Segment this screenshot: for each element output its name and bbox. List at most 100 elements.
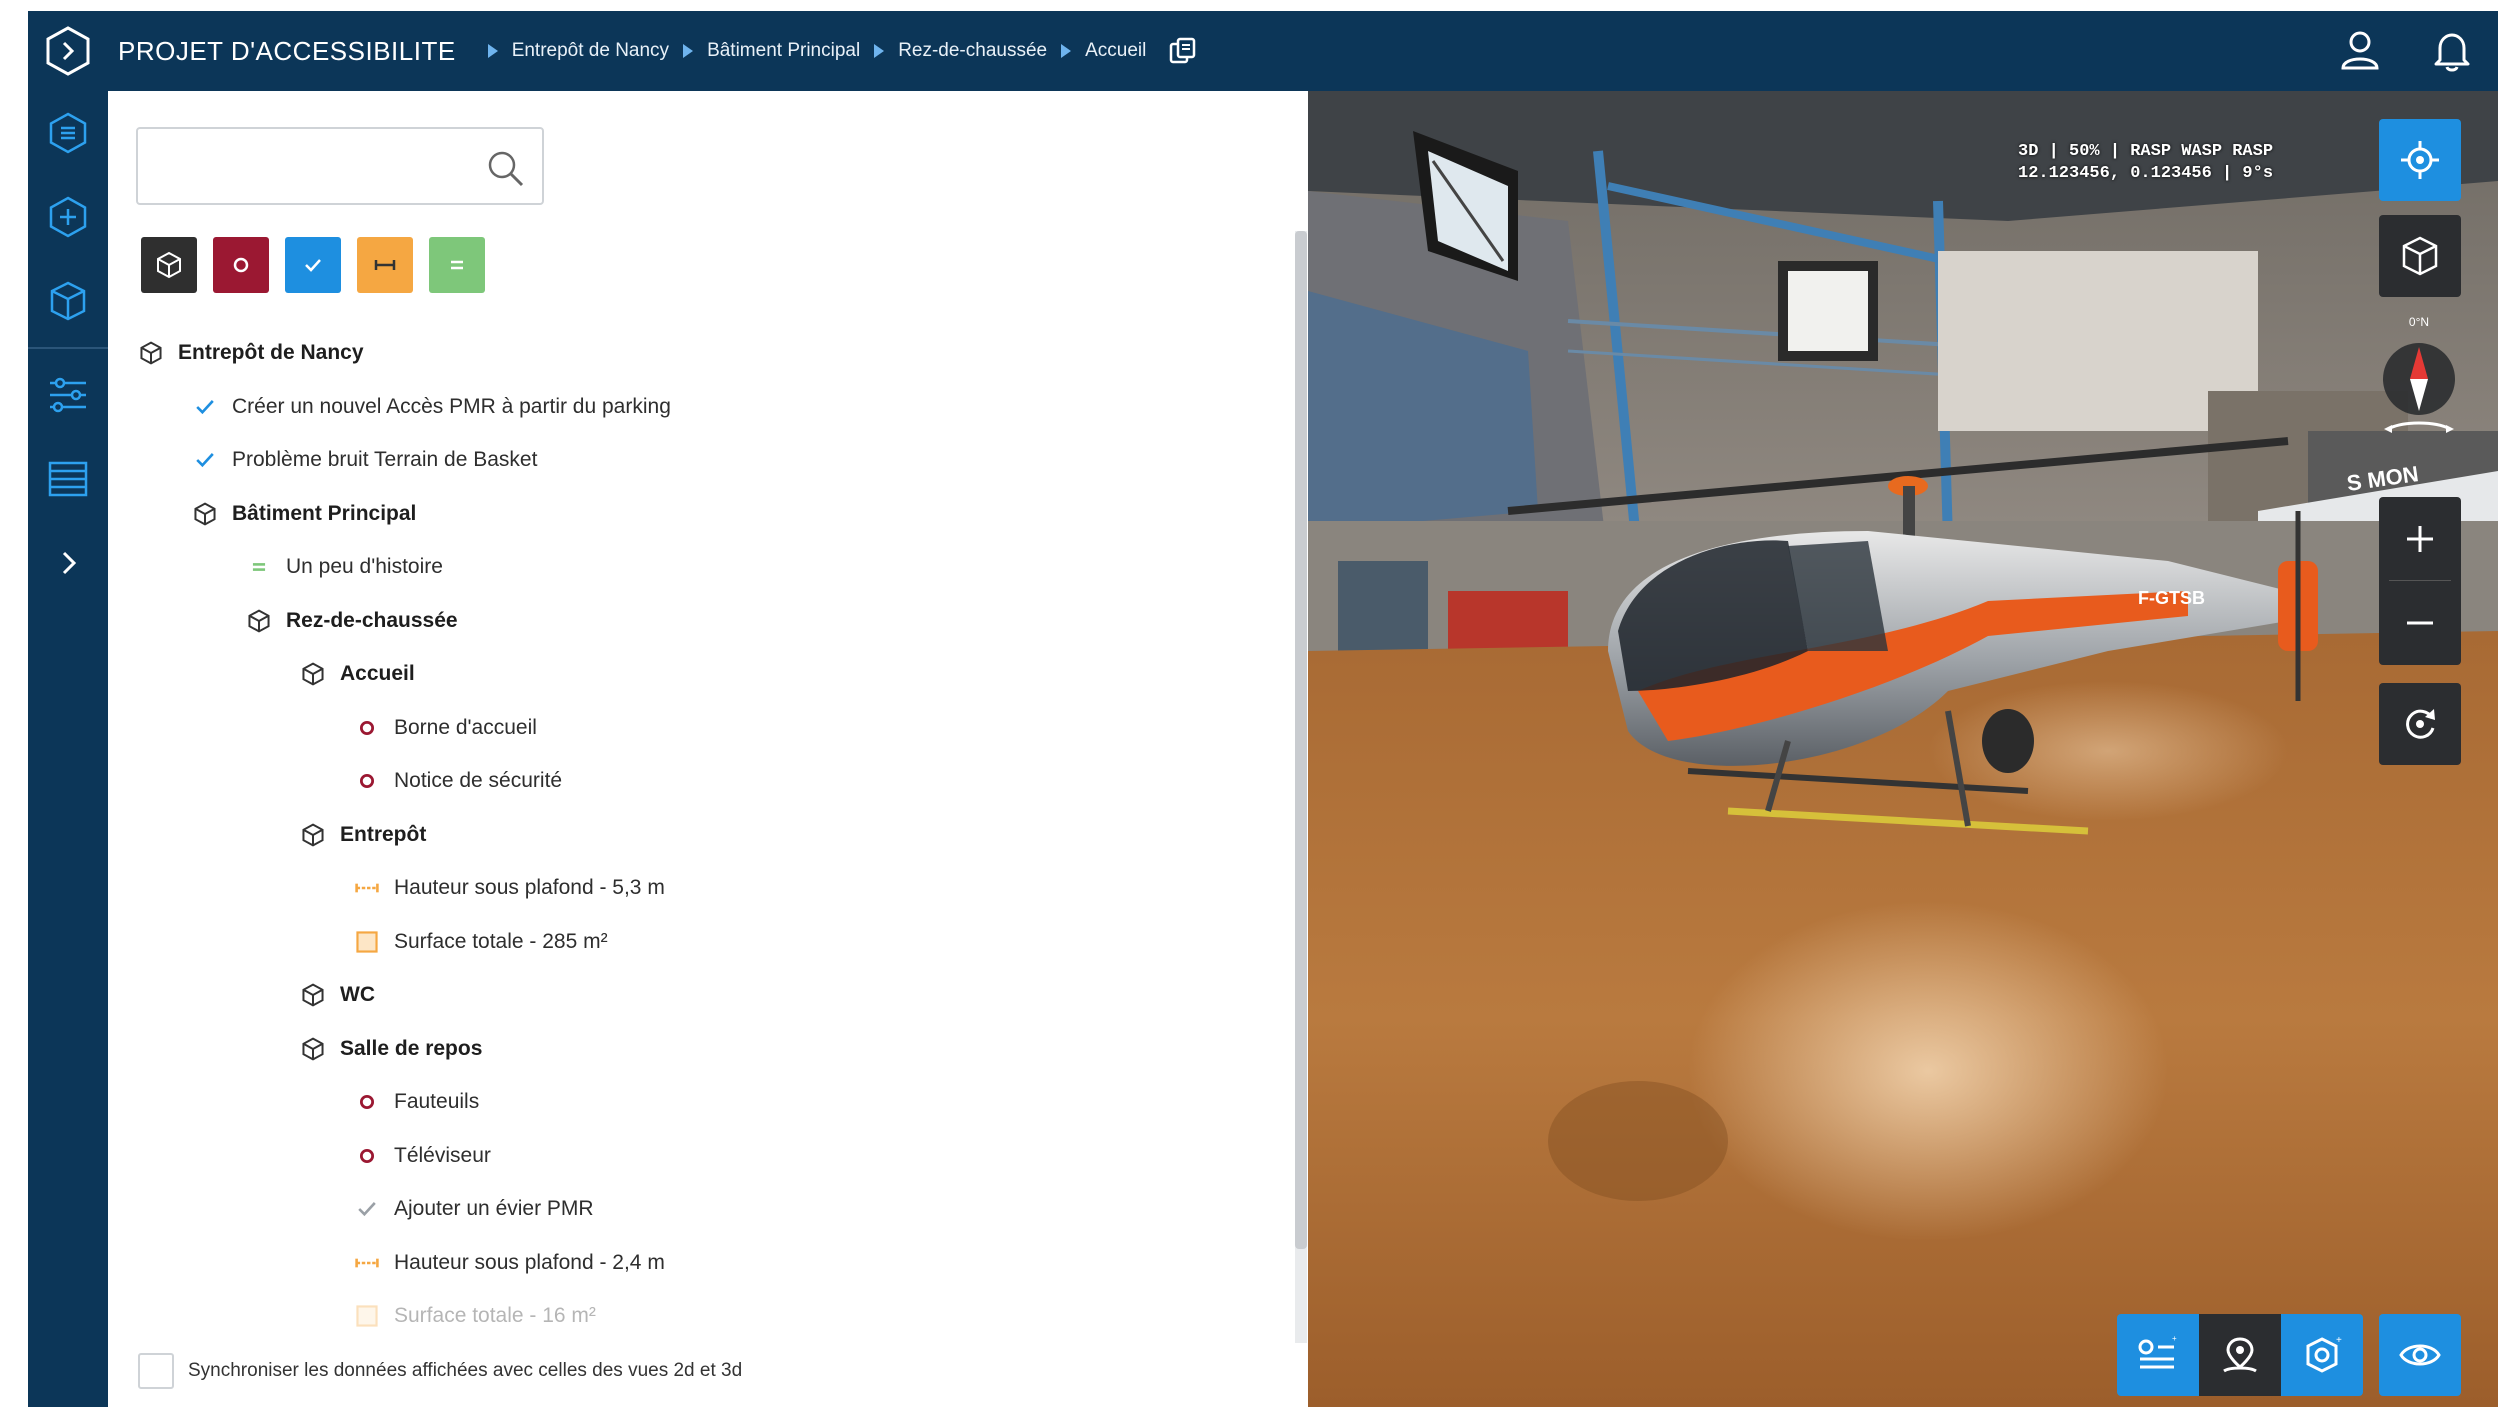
building-cube-icon: [244, 606, 274, 636]
copy-link-icon[interactable]: [1168, 36, 1198, 66]
visibility-toggle-button[interactable]: [2379, 1314, 2461, 1396]
tree-node-label: Rez-de-chaussée: [286, 608, 458, 632]
svg-text:+: +: [2336, 1335, 2342, 1346]
hud-line-1: 3D | 50% | RASP WASP RASP: [2018, 142, 2274, 161]
breadcrumb-separator-icon: [1061, 44, 1072, 58]
building-cube-icon: [190, 499, 220, 529]
cube-icon: [2402, 236, 2438, 276]
tree-node[interactable]: Un peu d'histoire: [244, 547, 443, 587]
rail-expand-button[interactable]: [28, 521, 108, 605]
location-list-icon: +: [2138, 1334, 2177, 1369]
rail-filters-button[interactable]: [28, 353, 108, 437]
tree-node[interactable]: Rez-de-chaussée: [244, 601, 458, 641]
ruler-measure-icon: [374, 260, 396, 270]
filter-poi-button[interactable]: [213, 237, 269, 293]
hangar-panorama-scene: S MON F-GTSB: [1308, 91, 2498, 1407]
tree-node[interactable]: WC: [298, 975, 375, 1015]
tree-node[interactable]: Accueil: [298, 654, 415, 694]
filter-measure-button[interactable]: [357, 237, 413, 293]
minus-icon: [2407, 621, 2433, 625]
ruler-measure-icon: [352, 1248, 382, 1278]
tree-node[interactable]: Bâtiment Principal: [190, 494, 416, 534]
tree-node[interactable]: Notice de sécurité: [352, 761, 562, 801]
breadcrumb-item-entrepot[interactable]: Entrepôt de Nancy: [512, 40, 669, 62]
tree-node-label: Surface totale - 285 m²: [394, 929, 608, 953]
add-3d-element-button[interactable]: +: [2281, 1314, 2363, 1396]
zoom-in-button[interactable]: [2379, 497, 2461, 581]
hexagon-plus-icon: [49, 196, 87, 238]
tree-node-label: Accueil: [340, 662, 415, 685]
map-pin-plus-icon: [2223, 1337, 2257, 1373]
tree-scrollbar-thumb[interactable]: [1295, 231, 1307, 1249]
sliders-icon: [50, 377, 86, 413]
tree-node[interactable]: Borne d'accueil: [352, 708, 537, 748]
rail-add-button[interactable]: [28, 175, 108, 259]
tree-node-label: Surface totale - 16 m²: [394, 1304, 596, 1327]
zoom-out-button[interactable]: [2379, 581, 2461, 665]
tree-node[interactable]: Fauteuils: [352, 1082, 479, 1122]
search-input[interactable]: [148, 141, 472, 193]
rail-list-view-button[interactable]: [28, 91, 108, 175]
recenter-location-button[interactable]: [2379, 119, 2461, 201]
plus-icon: [2407, 526, 2433, 552]
breadcrumb-item-rdc[interactable]: Rez-de-chaussée: [898, 40, 1047, 62]
table-icon: [48, 461, 88, 497]
tree-node[interactable]: Hauteur sous plafond - 2,4 m: [352, 1243, 665, 1283]
circle-poi-icon: [352, 1087, 382, 1117]
equals-note-icon: [451, 260, 463, 270]
breadcrumb-separator-icon: [487, 44, 498, 58]
navigation-rail: [28, 91, 108, 1407]
tree-node[interactable]: Entrepôt: [298, 815, 426, 855]
add-location-button[interactable]: [2199, 1314, 2281, 1396]
3d-panorama-viewer[interactable]: S MON F-GTSB 3D | 50% | RASP WASP RASP 1…: [1308, 91, 2498, 1407]
tree-node-label: Hauteur sous plafond - 5,3 m: [394, 876, 665, 899]
type-filters: [141, 237, 485, 293]
checkmark-icon: [190, 445, 220, 475]
filter-note-button[interactable]: [429, 237, 485, 293]
notifications-bell-icon[interactable]: [2426, 24, 2478, 76]
tree-node-label: Borne d'accueil: [394, 715, 537, 739]
app-logo-icon[interactable]: [42, 25, 94, 77]
top-bar: PROJET D'ACCESSIBILITE Entrepôt de Nancy…: [28, 11, 2498, 91]
tree-node-label: Ajouter un évier PMR: [394, 1197, 594, 1220]
rail-divider: [28, 347, 108, 349]
tree-node-label: Bâtiment Principal: [232, 501, 417, 525]
tree-node[interactable]: Surface totale - 285 m²: [352, 922, 608, 962]
rotate-view-button[interactable]: [2379, 683, 2461, 765]
rail-3d-model-button[interactable]: [28, 259, 108, 343]
breadcrumb-item-accueil[interactable]: Accueil: [1085, 40, 1146, 62]
element-tree: Entrepôt de Nancy Créer un nouvel Accès P…: [108, 333, 1288, 1343]
building-cube-icon: [157, 251, 181, 279]
tree-node[interactable]: Créer un nouvel Accès PMR à partir du pa…: [190, 387, 671, 427]
tree-node-label: Créer un nouvel Accès PMR à partir du pa…: [232, 394, 671, 418]
3d-view-toggle-button[interactable]: [2379, 215, 2461, 297]
compass-needle-icon: [2383, 343, 2455, 433]
poi-list-button[interactable]: +: [2117, 1314, 2199, 1396]
tree-node-label: Entrepôt de Nancy: [178, 341, 364, 364]
tree-node[interactable]: Problème bruit Terrain de Basket: [190, 440, 537, 480]
tree-node[interactable]: Téléviseur: [352, 1136, 491, 1176]
circle-poi-icon: [352, 713, 382, 743]
tree-node-label: Problème bruit Terrain de Basket: [232, 448, 538, 471]
breadcrumb-item-batiment[interactable]: Bâtiment Principal: [707, 40, 860, 62]
tree-node[interactable]: Hauteur sous plafond - 5,3 m: [352, 868, 665, 908]
circle-icon: [233, 257, 249, 273]
filter-task-button[interactable]: [285, 237, 341, 293]
tree-node[interactable]: Salle de repos: [298, 1029, 482, 1069]
compass-widget[interactable]: 0°N: [2378, 315, 2460, 465]
sync-views-checkbox[interactable]: [138, 1353, 174, 1389]
filter-building-button[interactable]: [141, 237, 197, 293]
checkmark-icon: [190, 392, 220, 422]
ruler-measure-icon: [352, 873, 382, 903]
crosshair-location-icon: [2401, 141, 2439, 179]
eye-icon: [2399, 1344, 2441, 1366]
tree-node[interactable]: Surface totale - 16 m²: [352, 1296, 596, 1336]
zoom-controls: [2379, 497, 2461, 665]
tree-node[interactable]: Entrepôt de Nancy: [136, 333, 364, 373]
tree-node-label: Hauteur sous plafond - 2,4 m: [394, 1250, 665, 1274]
rail-table-button[interactable]: [28, 437, 108, 521]
tree-node-label: Entrepôt: [340, 822, 427, 846]
search-icon[interactable]: [484, 147, 526, 189]
user-profile-icon[interactable]: [2334, 24, 2386, 76]
tree-node[interactable]: Ajouter un évier PMR: [352, 1189, 594, 1229]
